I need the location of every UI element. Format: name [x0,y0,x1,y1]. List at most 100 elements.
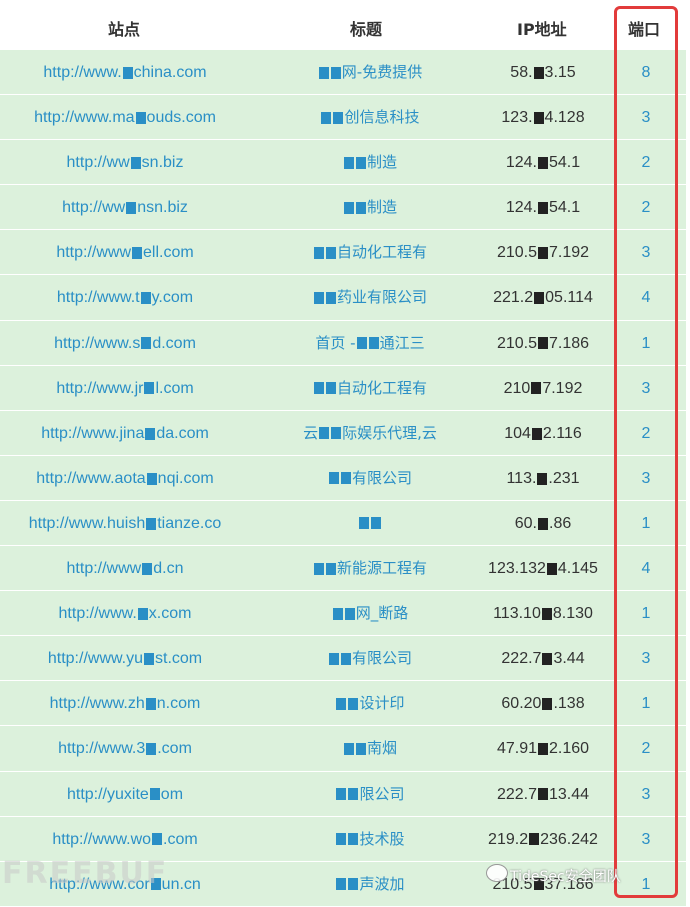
port-count-link[interactable]: 1 [618,591,674,635]
site-text-start: http://www [66,560,142,578]
port-count-link[interactable]: 2 [618,726,674,770]
port-count-link[interactable]: 3 [618,366,674,410]
ip-text-start: 210.5 [496,244,537,262]
port-count-link[interactable]: 3 [618,636,674,680]
row-edge [686,771,690,816]
port-count-link[interactable]: 3 [618,95,674,139]
title-text-start: 云 [303,423,319,442]
redaction-block [538,337,548,350]
page-title-link[interactable]: 自动化工程有 [270,230,470,274]
redaction-block [145,427,156,440]
title-text-end: 制造 [366,153,397,172]
site-link[interactable]: http://www.jina da.com [0,411,250,455]
page-title-link[interactable]: 制造 [270,140,470,184]
site-text-start: http://www.zh [49,695,145,713]
ip-text-end: 4.128 [544,109,585,127]
redaction-block [534,292,545,305]
port-count-link[interactable]: 8 [618,50,674,94]
page-title-link[interactable]: 设计印 [270,681,470,725]
site-link[interactable]: http://www.yu st.com [0,636,250,680]
page-title-link[interactable]: 限公司 [270,772,470,816]
port-count-link[interactable]: 3 [618,772,674,816]
site-link[interactable]: http://www.3 .com [0,726,250,770]
port-count-link[interactable]: 3 [618,230,674,274]
port-count-link[interactable]: 3 [618,456,674,500]
redaction-block [355,201,366,214]
redaction-block [336,788,347,800]
title-text-end: 网_断路 [355,604,409,623]
page-title-link[interactable]: 有限公司 [270,636,470,680]
page-title-link[interactable]: 南烟 [270,726,470,770]
page-title-link[interactable]: 首页 - 通江三 [270,321,470,365]
site-link[interactable]: http://www.t y.com [0,275,250,319]
page-title-link[interactable]: 自动化工程有 [270,366,470,410]
title-text-end: 限公司 [359,784,405,803]
site-link[interactable]: http://www.huish tianze.co [0,501,250,545]
table-body: http://www. china.com 网-免费提供 58. 3.15 8 http:/… [0,50,690,907]
redaction-block [332,607,343,620]
page-title-link[interactable]: 云 际娱乐代理,云 [270,411,470,455]
redaction-block [321,111,332,124]
site-link[interactable]: http://www ell.com [0,230,250,274]
column-header-port[interactable]: 端口 [628,16,660,40]
site-link[interactable]: http://www. x.com [0,591,250,635]
page-title-link[interactable]: 网-免费提供 [270,50,470,94]
site-text-start: http://www.t [56,289,140,307]
site-link[interactable]: http://www.s d.com [0,321,250,365]
port-count-link[interactable]: 2 [618,411,674,455]
site-link[interactable]: http://yuxite om [0,772,250,816]
redaction-block [313,562,324,575]
redaction-block [343,156,354,169]
site-link[interactable]: http://ww nsn.biz [0,185,250,229]
title-text-end: 通江三 [379,333,425,352]
port-count-link[interactable]: 3 [618,817,674,861]
row-edge [686,455,690,500]
port-count-link[interactable]: 2 [618,140,674,184]
ip-address: 219.2 236.242 [468,817,618,861]
page-title-link[interactable]: 新能源工程有 [270,546,470,590]
row-edge [686,365,690,410]
site-text-end: d.com [152,334,196,352]
port-count-link[interactable]: 1 [618,321,674,365]
site-link[interactable]: http://ww sn.biz [0,140,250,184]
title-text-end: 制造 [366,198,397,217]
redaction-block [348,697,359,710]
ip-text-end: 7.192 [542,379,583,397]
redaction-block [531,382,542,395]
redaction-block [538,202,548,215]
site-link[interactable]: http://www d.cn [0,546,250,590]
port-count-link[interactable]: 4 [618,275,674,319]
column-header-site[interactable]: 站点 [108,16,140,40]
page-title-link[interactable]: 创信息科技 [270,95,470,139]
redaction-block [343,201,354,214]
page-title-link[interactable] [270,501,470,545]
port-count-link[interactable]: 1 [618,862,674,906]
tidesec-watermark: TideSec安全团队 [510,869,621,885]
row-edge [686,816,690,861]
site-link[interactable]: http://www.jr l.com [0,366,250,410]
title-text-end: 有限公司 [351,649,412,668]
row-edge [686,140,690,185]
port-count-link[interactable]: 1 [618,501,674,545]
page-title-link[interactable]: 技术股 [270,817,470,861]
column-header-title[interactable]: 标题 [350,16,382,40]
page-title-link[interactable]: 有限公司 [270,456,470,500]
port-count-link[interactable]: 2 [618,185,674,229]
site-text-end: x.com [148,605,192,623]
port-count-link[interactable]: 4 [618,546,674,590]
redaction-block [126,202,137,215]
site-link[interactable]: http://www.ma ouds.com [0,95,250,139]
site-link[interactable]: http://www.zh n.com [0,681,250,725]
column-header-ip[interactable]: IP地址 [517,16,567,40]
page-title-link[interactable]: 声波加 [270,862,470,906]
redaction-block [141,337,152,350]
page-title-link[interactable]: 网_断路 [270,591,470,635]
redaction-block [538,743,548,756]
redaction-block [144,382,155,395]
page-title-link[interactable]: 制造 [270,185,470,229]
site-link[interactable]: http://www. china.com [0,50,250,94]
port-count-link[interactable]: 1 [618,681,674,725]
page-title-link[interactable]: 药业有限公司 [270,275,470,319]
site-link[interactable]: http://www.wo .com [0,817,250,861]
site-link[interactable]: http://www.aota nqi.com [0,456,250,500]
